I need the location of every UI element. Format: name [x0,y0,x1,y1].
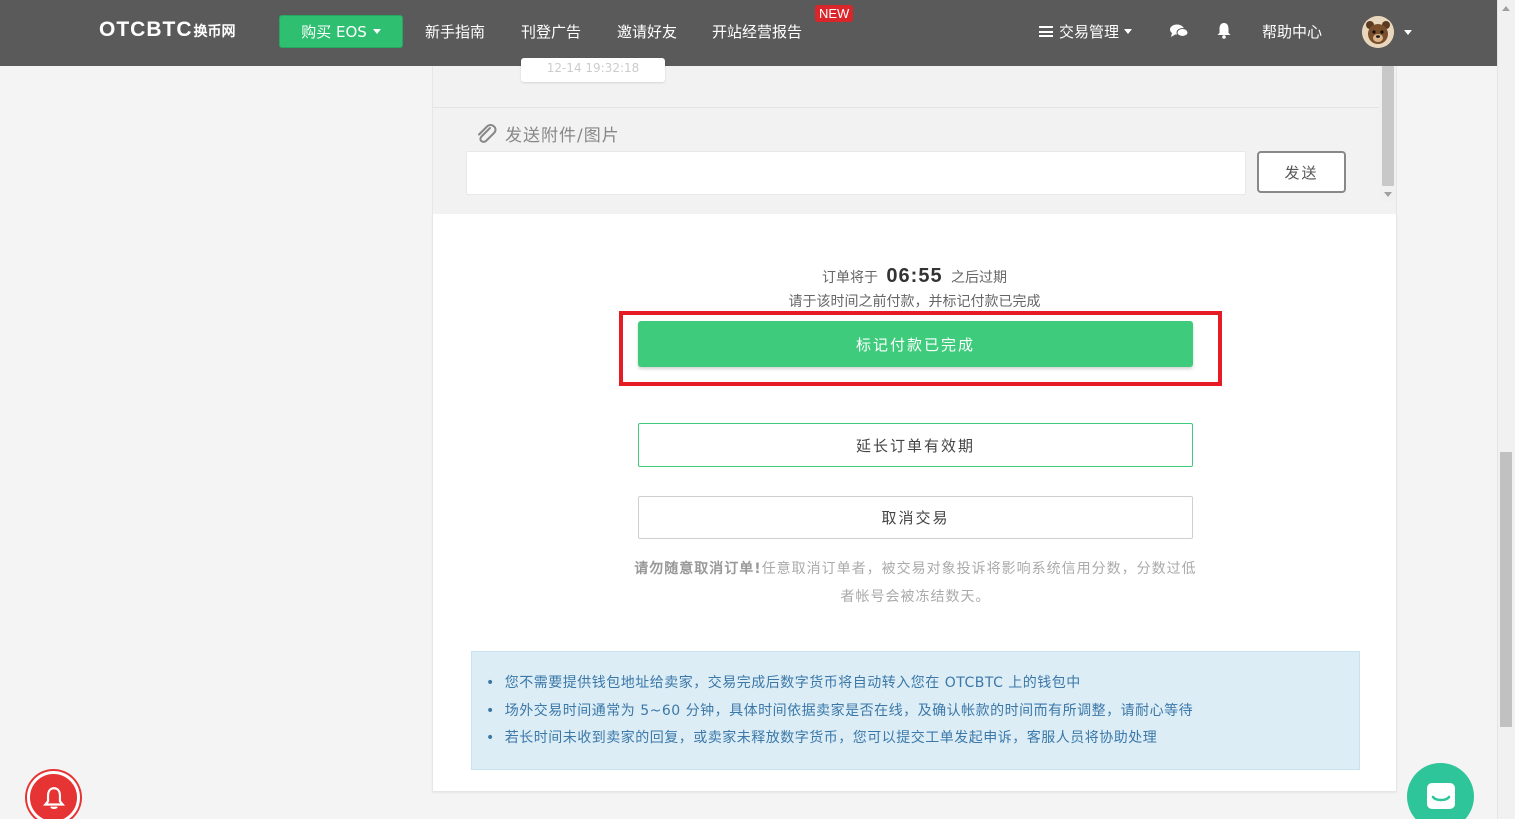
support-chat-button[interactable] [1407,763,1474,819]
cancel-warning-bold: 请勿随意取消订单! [634,561,762,577]
trade-management-menu[interactable]: 交易管理 [1039,21,1133,42]
top-navbar: OTCBTC换币网 购买 EOS 新手指南 刊登广告 邀请好友 开站经营报告 N… [0,0,1497,66]
help-center-link[interactable]: 帮助中心 [1262,21,1322,42]
chevron-down-icon [372,29,381,34]
payment-hint: 请于该时间之前付款，并标记付款已完成 [788,294,1041,310]
send-button[interactable]: 发送 [1257,151,1346,193]
chat-widget-icon [1426,782,1455,809]
chat-panel: 12-14 19:32:18 发送附件/图片 发送 [432,58,1397,214]
chevron-down-icon[interactable] [1404,30,1412,35]
attach-file-button[interactable]: 发送附件/图片 [475,121,620,146]
chat-message-input[interactable] [466,151,1246,195]
paperclip-icon [478,123,497,143]
buy-eos-label: 购买 EOS [301,23,367,41]
chat-scroll-down-icon[interactable] [1384,192,1392,197]
page-scrollbar-thumb[interactable] [1500,452,1512,727]
chat-icon[interactable] [1170,24,1188,38]
bell-icon[interactable] [1216,22,1232,39]
expire-prefix: 订单将于 [821,270,878,286]
buy-eos-button[interactable]: 购买 EOS [279,15,403,48]
bell-icon [42,786,65,809]
order-action-card: 订单将于 06:55 之后过期 请于该时间之前付款，并标记付款已完成 标记付款已… [432,214,1397,792]
brand-logo[interactable]: OTCBTC换币网 [99,18,236,42]
cancel-warning-text: 任意取消订单者，被交易对象投诉将影响系统信用分数，分数过低者帐号会被冻结数天。 [761,561,1197,605]
cancel-trade-button[interactable]: 取消交易 [638,496,1193,539]
page-scroll-up-icon[interactable] [1502,6,1510,11]
info-item: 若长时间未收到卖家的回复，或卖家未释放数字货币，您可以提交工单发起申诉，客服人员… [486,725,1359,753]
brand-main: OTCBTC [99,18,193,41]
avatar[interactable] [1362,16,1394,48]
mark-paid-button[interactable]: 标记付款已完成 [638,321,1193,367]
countdown-timer: 06:55 [886,265,943,287]
divider [433,107,1379,108]
expire-suffix: 之后过期 [951,270,1008,286]
new-badge: NEW [815,5,854,22]
list-icon [1039,26,1053,37]
extend-order-button[interactable]: 延长订单有效期 [638,423,1193,467]
attach-file-label: 发送附件/图片 [505,126,620,146]
info-notice-box: 您不需要提供钱包地址给卖家，交易完成后数字货币将自动转入您在 OTCBTC 上的… [471,651,1360,770]
nav-link-guide[interactable]: 新手指南 [425,21,485,42]
nav-link-report[interactable]: 开站经营报告 [712,21,802,42]
info-item: 场外交易时间通常为 5~60 分钟，具体时间依据卖家是否在线，及确认帐款的时间而… [486,698,1359,726]
brand-sub: 换币网 [193,23,236,39]
trade-management-label: 交易管理 [1059,23,1120,41]
notification-bell-button[interactable] [27,771,80,819]
cancel-warning: 请勿随意取消订单!任意取消订单者，被交易对象投诉将影响系统信用分数，分数过低者帐… [633,555,1198,611]
nav-link-invite[interactable]: 邀请好友 [617,21,677,42]
info-item: 您不需要提供钱包地址给卖家，交易完成后数字货币将自动转入您在 OTCBTC 上的… [486,670,1359,698]
chat-message-timestamp: 12-14 19:32:18 [521,58,665,82]
chat-scrollbar-thumb[interactable] [1382,66,1394,186]
expire-countdown: 订单将于 06:55 之后过期 [433,265,1396,288]
chevron-down-icon [1124,29,1133,34]
avatar-bear-icon [1362,16,1394,48]
nav-link-post-ad[interactable]: 刊登广告 [521,21,581,42]
